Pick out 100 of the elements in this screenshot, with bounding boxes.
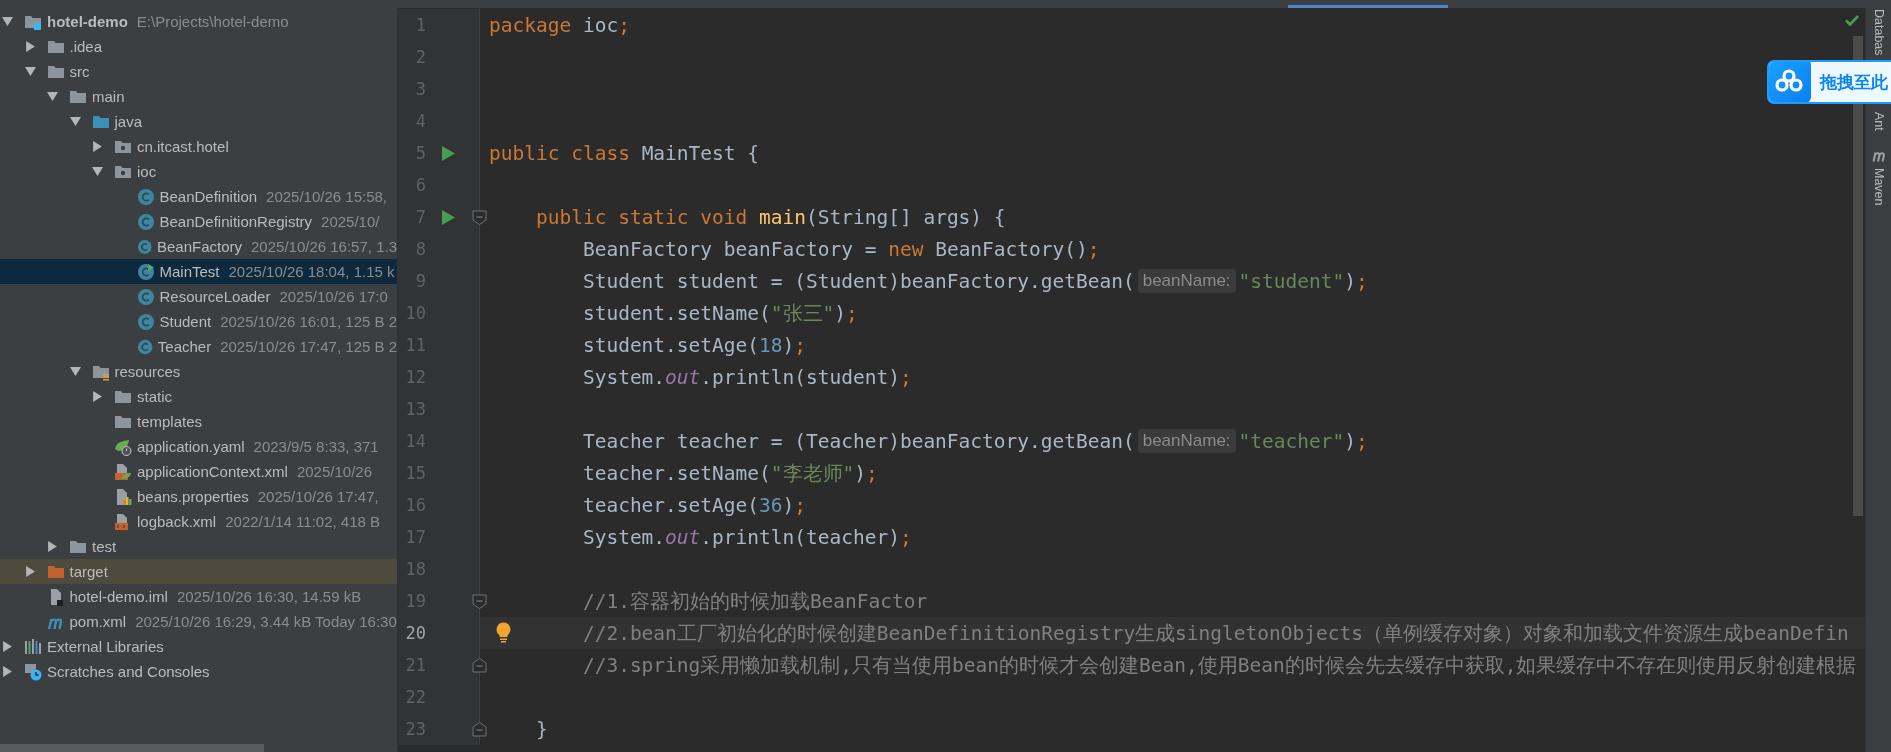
tree-item[interactable]: logback.xml 2022/1/14 11:02, 418 B xyxy=(0,509,397,534)
lightbulb-icon[interactable] xyxy=(496,622,511,643)
tree-item-label: BeanDefinition xyxy=(159,188,258,205)
code-comment: //3.spring采用懒加载机制,只有当使用bean的时候才会创建Bean,使用Bean的时候会先去缓存中获取,如果缓存中不存在则使用反射创建根据 xyxy=(582,652,1857,679)
tree-item-label: java xyxy=(114,113,143,130)
file-info: 2025/10/26 16:57, 1.3 xyxy=(251,238,397,255)
class-icon xyxy=(136,187,155,206)
tree-item[interactable]: hotel-demo.iml 2025/10/26 16:30, 14.59 kB xyxy=(0,584,397,609)
expanded-arrow-icon[interactable] xyxy=(92,166,103,177)
tree-item-label: applicationContext.xml xyxy=(137,463,288,480)
class-icon xyxy=(136,287,155,306)
file-info: 2025/10/26 xyxy=(296,463,372,480)
tree-item-label: static xyxy=(137,388,172,405)
collapsed-arrow-icon[interactable] xyxy=(92,141,103,152)
tree-item[interactable]: application.yaml 2023/9/5 8:33, 371 xyxy=(0,434,397,459)
code-text: "teacher"); xyxy=(1238,429,1368,453)
code-comment: //1.容器初始的时候加载BeanFactor xyxy=(582,588,928,615)
file-info: 2022/1/14 11:02, 418 B xyxy=(225,513,381,530)
leaf-icon xyxy=(114,437,132,456)
file-info: 2025/10/26 18:04, 1.15 k xyxy=(228,263,395,280)
tree-item[interactable]: hotel-demo E:\Projects\hotel-demo xyxy=(0,9,397,34)
class-icon xyxy=(136,212,155,231)
expanded-arrow-icon[interactable] xyxy=(2,16,13,27)
tree-item-label: main xyxy=(92,88,125,105)
tree-item[interactable]: src xyxy=(0,59,397,84)
run-icon[interactable] xyxy=(441,209,455,225)
class-icon xyxy=(136,337,153,356)
expanded-arrow-icon[interactable] xyxy=(69,116,81,127)
tree-item-label: hotel-demo.iml xyxy=(69,588,168,605)
file-info: 2025/10/26 15:58, xyxy=(266,188,388,205)
scratches-icon xyxy=(24,662,42,681)
code-text: student.setName("张三"); xyxy=(582,300,858,327)
code-text: teacher.setName("李老师"); xyxy=(582,460,878,487)
tree-item[interactable]: applicationContext.xml 2025/10/26 xyxy=(0,459,397,484)
tree-item-label: MainTest xyxy=(159,263,220,280)
tree-item[interactable]: ResourceLoader 2025/10/26 17:0 xyxy=(0,284,397,309)
tree-item-label: Student xyxy=(159,313,212,330)
file-info: 2023/9/5 8:33, 371 xyxy=(253,438,379,455)
tree-item-label: hotel-demo xyxy=(47,13,128,30)
code-text: Teacher teacher = (Teacher)beanFactory.getBean( xyxy=(582,429,1135,453)
run-icon[interactable] xyxy=(441,145,455,161)
tree-item[interactable]: beans.properties 2025/10/26 17:47, xyxy=(0,484,397,509)
tree-item[interactable]: External Libraries xyxy=(0,634,397,659)
tree-item[interactable]: MainTest 2025/10/26 18:04, 1.15 k xyxy=(0,259,397,284)
tree-item-label: templates xyxy=(137,413,203,430)
tree-item[interactable]: java xyxy=(0,109,397,134)
tree-item[interactable]: Student 2025/10/26 16:01, 125 B 2 xyxy=(0,309,397,334)
tool-window-tab[interactable]: Databas xyxy=(1871,9,1886,56)
class-icon xyxy=(136,237,152,256)
tool-window-tab[interactable]: Ant xyxy=(1871,111,1886,131)
tree-item-label: resources xyxy=(114,363,181,380)
tree-item[interactable]: pom.xml 2025/10/26 16:29, 3.44 kB Today 16:30 xyxy=(0,609,397,634)
collapsed-arrow-icon[interactable] xyxy=(2,641,13,652)
collapsed-arrow-icon[interactable] xyxy=(47,541,58,552)
file-info: E:\Projects\hotel-demo xyxy=(136,13,289,30)
code-text: System.out.println(teacher); xyxy=(582,525,912,549)
tree-item-label: BeanDefinitionRegistry xyxy=(159,213,313,230)
tree-item[interactable]: main xyxy=(0,84,397,109)
tree-item[interactable]: cn.itcast.hotel xyxy=(0,134,397,159)
file-info: 2025/10/26 17:47, 125 B 2 xyxy=(220,338,397,355)
collapsed-arrow-icon[interactable] xyxy=(24,41,36,52)
collapsed-arrow-icon[interactable] xyxy=(92,391,103,402)
tree-item[interactable]: templates xyxy=(0,409,397,434)
tree-item[interactable]: resources xyxy=(0,359,397,384)
file-info: 2025/10/ xyxy=(321,213,380,230)
tree-item-label: ResourceLoader xyxy=(159,288,271,305)
tree-item-label: test xyxy=(92,538,117,555)
check-icon xyxy=(1845,15,1859,26)
code-text: teacher.setAge(36); xyxy=(582,493,806,517)
tree-item[interactable]: Teacher 2025/10/26 17:47, 125 B 2 xyxy=(0,334,397,359)
tree-item[interactable]: .idea xyxy=(0,34,397,59)
tree-item[interactable]: test xyxy=(0,534,397,559)
expanded-arrow-icon[interactable] xyxy=(69,366,81,377)
parameter-hint: beanName: xyxy=(1137,429,1236,453)
tree-item[interactable]: Scratches and Consoles xyxy=(0,659,397,684)
tree-item-label: ioc xyxy=(137,163,157,180)
tree-item-label: cn.itcast.hotel xyxy=(137,138,229,155)
code-text: "student"); xyxy=(1238,269,1368,293)
tree-item-label: beans.properties xyxy=(137,488,249,505)
tree-item-label: BeanFactory xyxy=(157,238,243,255)
code-text: } xyxy=(535,717,548,741)
file-info: 2025/10/26 16:30, 14.59 kB xyxy=(176,588,362,605)
tree-item[interactable]: BeanDefinitionRegistry 2025/10/ xyxy=(0,209,397,234)
tree-item-label: Teacher xyxy=(157,338,212,355)
collapsed-arrow-icon[interactable] xyxy=(2,666,13,677)
tool-window-tab[interactable]: Maven xyxy=(1871,168,1886,206)
runnable-class-icon xyxy=(136,262,155,281)
tree-item-label: .idea xyxy=(69,38,103,55)
tree-item[interactable]: BeanDefinition 2025/10/26 15:58, xyxy=(0,184,397,209)
collapsed-arrow-icon[interactable] xyxy=(24,566,36,577)
tree-item[interactable]: static xyxy=(0,384,397,409)
scrollbar-thumb[interactable] xyxy=(0,744,264,752)
expanded-arrow-icon[interactable] xyxy=(47,91,58,102)
tree-item-label: src xyxy=(69,63,90,80)
upload-popup[interactable]: 拖拽至此 xyxy=(1767,60,1891,104)
line-number: 20 xyxy=(404,623,426,643)
tree-item[interactable]: ioc xyxy=(0,159,397,184)
tree-item[interactable]: BeanFactory 2025/10/26 16:57, 1.3 xyxy=(0,234,397,259)
expanded-arrow-icon[interactable] xyxy=(24,66,36,77)
tree-item[interactable]: target xyxy=(0,559,397,584)
